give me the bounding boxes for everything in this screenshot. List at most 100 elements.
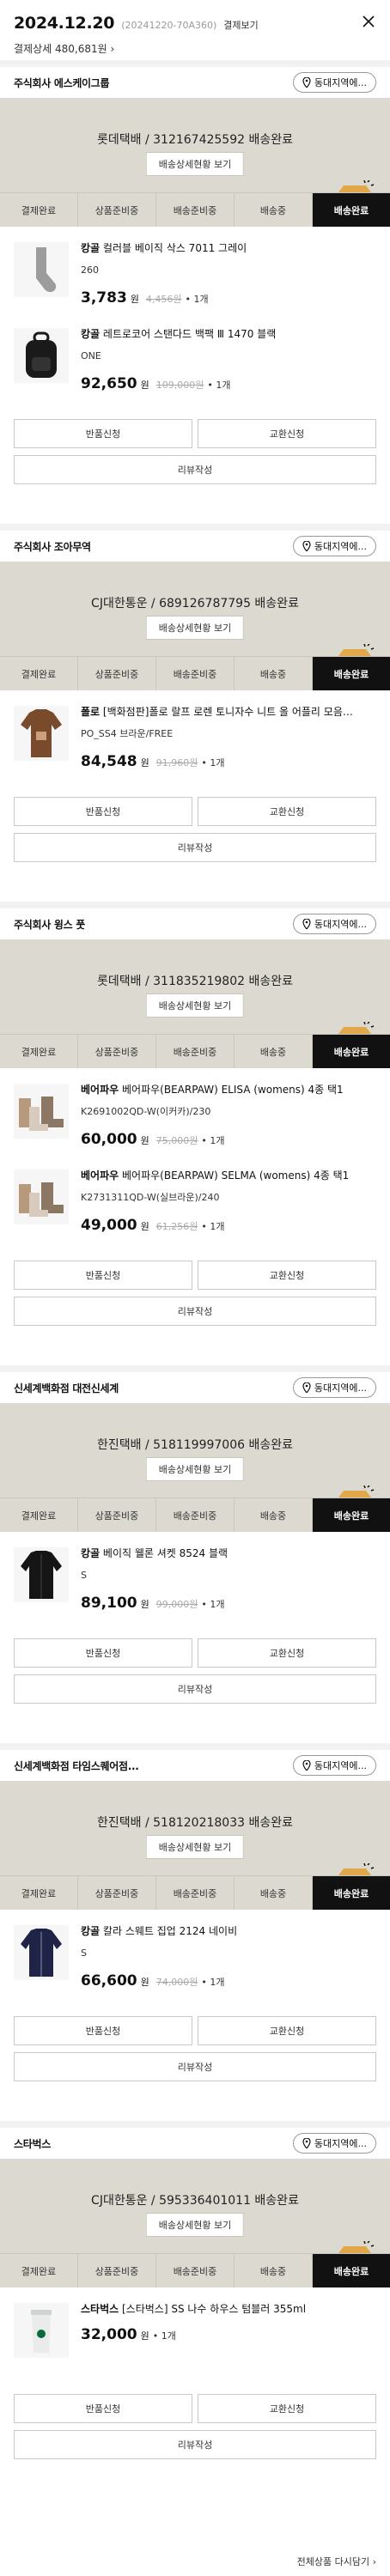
return-request-button[interactable]: 반품신청 (14, 1638, 192, 1668)
exchange-request-button[interactable]: 교환신청 (198, 797, 376, 826)
location-pin-icon (302, 2138, 311, 2148)
item-actions: 반품신청 교환신청 리뷰작성 (0, 2006, 390, 2081)
exchange-request-button[interactable]: 교환신청 (198, 1638, 376, 1668)
product-name[interactable]: 스타벅스 [스타벅스] SS 나수 하우스 텀블러 355ml (81, 2303, 356, 2317)
order-item[interactable]: 폴로 [백화점판]폴로 랄프 로렌 토니자수 니트 올 어플리 모음전 택1 P… (14, 701, 376, 787)
return-request-button[interactable]: 반품신청 (14, 2394, 192, 2423)
currency-unit: 원 (130, 293, 139, 305)
shipment-section: 주식회사 윙스 풋 동대지역에... 롯데택배 / 311835219802 배… (0, 902, 390, 1365)
shipment-detail-button[interactable]: 배송상세현황 보기 (145, 2213, 245, 2237)
store-link-button[interactable]: 동대지역에... (292, 1755, 376, 1776)
write-review-button[interactable]: 리뷰작성 (14, 833, 376, 862)
return-request-button[interactable]: 반품신청 (14, 797, 192, 826)
exchange-request-button[interactable]: 교환신청 (198, 1261, 376, 1290)
payment-view-link[interactable]: 결제보기 (223, 18, 258, 32)
product-price: 32,000 (81, 2325, 137, 2343)
order-item[interactable]: 캉골 베이직 웰론 셔켓 8524 블랙 S 89,100 원 99,000원 •… (14, 1542, 376, 1628)
delivery-step: 배송완료 (313, 657, 390, 690)
product-thumbnail[interactable] (14, 706, 69, 761)
product-name[interactable]: 베어파우 베어파우(BEARPAW) ELISA (womens) 4종 택1 (81, 1084, 356, 1097)
delivery-steps: 결제완료 상품준비중 배송준비중 배송중 배송완료 (0, 2253, 390, 2287)
shipment-detail-button[interactable]: 배송상세현황 보기 (145, 152, 245, 176)
product-title: 베어파우(BEARPAW) SELMA (womens) 4종 택1 (122, 1170, 350, 1182)
delivery-step: 배송준비중 (156, 1876, 235, 1910)
original-price: 99,000원 (155, 1598, 198, 1610)
product-thumbnail[interactable] (14, 1925, 69, 1980)
shipment-status-panel: CJ대한통운 / 689126787795 배송완료 배송상세현황 보기 결제완… (0, 562, 390, 690)
close-icon[interactable] (361, 14, 376, 29)
product-name[interactable]: 캉골 컬러블 베이직 삭스 7011 그레이 (81, 242, 356, 256)
order-item[interactable]: 캉골 컬러블 베이직 삭스 7011 그레이 260 3,783 원 4,456원… (14, 237, 376, 323)
product-name[interactable]: 캉골 베이직 웰론 셔켓 8524 블랙 (81, 1547, 356, 1561)
shipment-status-panel: 한진택배 / 518120218033 배송완료 배송상세현황 보기 결제완료 상… (0, 1781, 390, 1910)
product-name[interactable]: 베어파우 베어파우(BEARPAW) SELMA (womens) 4종 택1 (81, 1170, 356, 1183)
return-request-button[interactable]: 반품신청 (14, 1261, 192, 1290)
store-link-label: 동대지역에... (314, 1760, 367, 1771)
product-thumbnail[interactable] (14, 242, 69, 297)
reorder-all-link[interactable]: 전체상품 다시담기 › (297, 2555, 376, 2568)
exchange-request-button[interactable]: 교환신청 (198, 419, 376, 448)
original-price: 61,256원 (155, 1220, 198, 1232)
delivery-step: 상품준비중 (78, 657, 156, 690)
return-request-button[interactable]: 반품신청 (14, 419, 192, 448)
original-price: 74,000원 (155, 1976, 198, 1988)
product-name[interactable]: 캉골 칼라 스웨트 집업 2124 네이비 (81, 1925, 356, 1939)
delivery-step: 배송중 (235, 1498, 313, 1532)
delivery-step: 배송완료 (313, 193, 390, 227)
seller-header: 신세계백화점 타임스퀘어점... 동대지역에... (0, 1750, 390, 1781)
exchange-request-button[interactable]: 교환신청 (198, 2016, 376, 2045)
item-actions: 반품신청 교환신청 리뷰작성 (0, 1628, 390, 1704)
delivery-step: 상품준비중 (78, 193, 156, 227)
write-review-button[interactable]: 리뷰작성 (14, 1674, 376, 1704)
product-thumbnail[interactable] (14, 1170, 69, 1224)
seller-name: 스타벅스 (14, 2137, 51, 2150)
write-review-button[interactable]: 리뷰작성 (14, 455, 376, 484)
delivery-step: 배송중 (235, 1876, 313, 1910)
store-link-button[interactable]: 동대지역에... (292, 2133, 376, 2154)
product-thumbnail[interactable] (14, 328, 69, 383)
order-item[interactable]: 캉골 레트로코어 스탠다드 백팩 Ⅲ 1470 블랙 ONE 92,650 원 1… (14, 323, 376, 409)
store-link-button[interactable]: 동대지역에... (292, 536, 376, 556)
shipment-detail-button[interactable]: 배송상세현황 보기 (145, 993, 245, 1018)
location-pin-icon (302, 541, 311, 551)
order-item[interactable]: 베어파우 베어파우(BEARPAW) ELISA (womens) 4종 택1 … (14, 1078, 376, 1164)
payment-detail-row[interactable]: 결제상세 480,681원 › (14, 41, 376, 56)
store-link-button[interactable]: 동대지역에... (292, 914, 376, 934)
product-thumbnail[interactable] (14, 1547, 69, 1602)
delivery-step: 결제완료 (0, 1035, 78, 1068)
quantity-value: 1개 (210, 1134, 225, 1146)
store-link-button[interactable]: 동대지역에... (292, 1377, 376, 1398)
shipment-detail-button[interactable]: 배송상세현황 보기 (145, 1457, 245, 1481)
item-actions: 반품신청 교환신청 리뷰작성 (0, 409, 390, 484)
product-quantity: • 1개 (185, 293, 209, 305)
product-name[interactable]: 폴로 [백화점판]폴로 랄프 로렌 토니자수 니트 올 어플리 모음전 택1 (81, 706, 356, 720)
order-date: 2024.12.20 (14, 14, 115, 33)
item-list: 베어파우 베어파우(BEARPAW) ELISA (womens) 4종 택1 … (0, 1068, 390, 1250)
shipment-detail-button[interactable]: 배송상세현황 보기 (145, 1835, 245, 1859)
write-review-button[interactable]: 리뷰작성 (14, 1297, 376, 1326)
payment-label: 결제상세 (14, 43, 52, 55)
product-brand: 캉골 (81, 242, 101, 254)
order-item[interactable]: 캉골 칼라 스웨트 집업 2124 네이비 S 66,600 원 74,000원 … (14, 1920, 376, 2006)
exchange-request-button[interactable]: 교환신청 (198, 2394, 376, 2423)
write-review-button[interactable]: 리뷰작성 (14, 2430, 376, 2459)
order-item[interactable]: 베어파우 베어파우(BEARPAW) SELMA (womens) 4종 택1 … (14, 1164, 376, 1250)
original-price: 4,456원 (145, 293, 182, 305)
product-title: [백화점판]폴로 랄프 로렌 토니자수 니트 올 어플리 모음전 택1 (102, 706, 356, 718)
currency-unit: 원 (140, 1220, 149, 1232)
item-list: 캉골 베이직 웰론 셔켓 8524 블랙 S 89,100 원 99,000원 •… (0, 1532, 390, 1628)
product-name[interactable]: 캉골 레트로코어 스탠다드 백팩 Ⅲ 1470 블랙 (81, 328, 356, 342)
delivery-step: 배송완료 (313, 1498, 390, 1532)
product-thumbnail[interactable] (14, 2303, 69, 2358)
return-request-button[interactable]: 반품신청 (14, 2016, 192, 2045)
store-link-label: 동대지역에... (314, 541, 367, 552)
store-link-button[interactable]: 동대지역에... (292, 72, 376, 93)
delivery-step: 상품준비중 (78, 1035, 156, 1068)
write-review-button[interactable]: 리뷰작성 (14, 2052, 376, 2081)
product-thumbnail[interactable] (14, 1084, 69, 1139)
location-pin-icon (302, 1760, 311, 1771)
shipment-detail-button[interactable]: 배송상세현황 보기 (145, 616, 245, 640)
product-title: 베어파우(BEARPAW) ELISA (womens) 4종 택1 (122, 1084, 344, 1096)
product-brand: 스타벅스 (81, 2303, 119, 2315)
order-item[interactable]: 스타벅스 [스타벅스] SS 나수 하우스 텀블러 355ml 32,000 원 … (14, 2298, 376, 2384)
